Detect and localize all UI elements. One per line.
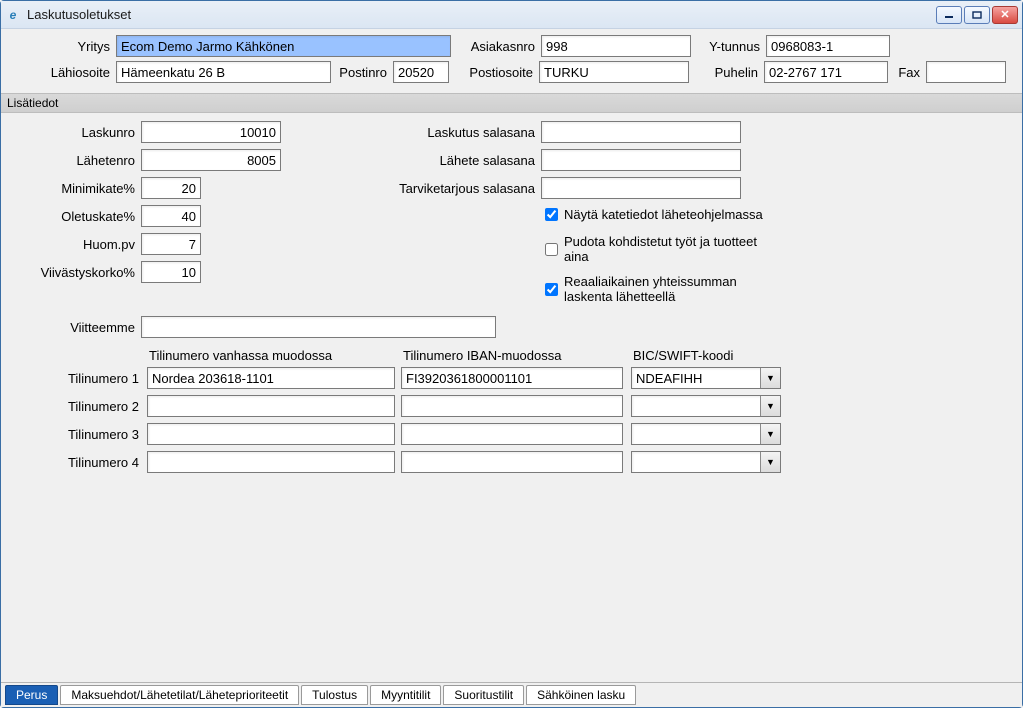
tab-myyntitilit[interactable]: Myyntitilit (370, 685, 441, 705)
window-frame: e Laskutusoletukset ✕ Yritys Asiakasnro … (0, 0, 1023, 708)
bank-area: Tilinumero vanhassa muodossa Tilinumero … (11, 348, 1012, 473)
asiakasnro-field[interactable] (541, 35, 691, 57)
tab-sahkoinen[interactable]: Sähköinen lasku (526, 685, 636, 705)
close-button[interactable]: ✕ (992, 6, 1018, 24)
bank-row-4: Tilinumero 4 ▼ (11, 451, 1012, 473)
tilinumero3-bic-dropdown[interactable]: ▼ (760, 424, 780, 444)
label-pudota-kohdistetut: Pudota kohdistetut työt ja tuotteet aina (564, 234, 771, 264)
lahiosoite-field[interactable] (116, 61, 331, 83)
tilinumero2-vanha[interactable] (147, 395, 395, 417)
tab-maksuehdot[interactable]: Maksuehdot/Lähetetilat/Läheteprioriteeti… (60, 685, 299, 705)
label-postiosoite: Postiosoite (449, 65, 539, 80)
viivastyskorko-field[interactable] (141, 261, 201, 283)
tilinumero3-iban[interactable] (401, 423, 623, 445)
tab-suoritustilit[interactable]: Suoritustilit (443, 685, 524, 705)
bottom-tabs: Perus Maksuehdot/Lähetetilat/Läheteprior… (1, 682, 1022, 707)
label-viitteemme: Viitteemme (11, 320, 141, 335)
client-area: Yritys Asiakasnro Y-tunnus Lähiosoite Po… (1, 29, 1022, 707)
header-bic: BIC/SWIFT-koodi (631, 348, 787, 363)
label-postinro: Postinro (331, 65, 393, 80)
window-buttons: ✕ (936, 6, 1018, 24)
header-iban: Tilinumero IBAN-muodossa (401, 348, 631, 363)
label-fax: Fax (888, 65, 926, 80)
oletuskate-field[interactable] (141, 205, 201, 227)
label-reaaliaikainen: Reaaliaikainen yhteissumman laskenta läh… (564, 274, 771, 304)
lahetenro-field[interactable] (141, 149, 281, 171)
laskutus-salasana-field[interactable] (541, 121, 741, 143)
huompv-field[interactable] (141, 233, 201, 255)
label-huompv: Huom.pv (11, 237, 141, 252)
viitteemme-field[interactable] (141, 316, 496, 338)
label-tilinumero1: Tilinumero 1 (11, 371, 147, 386)
label-laskutus-salasana: Laskutus salasana (331, 125, 541, 140)
maximize-button[interactable] (964, 6, 990, 24)
tarviketarjous-salasana-field[interactable] (541, 177, 741, 199)
app-icon: e (5, 7, 21, 23)
label-asiakasnro: Asiakasnro (451, 39, 541, 54)
checkbox-reaaliaikainen[interactable] (545, 283, 558, 296)
label-oletuskate: Oletuskate% (11, 209, 141, 224)
label-nayta-katetiedot: Näytä katetiedot läheteohjelmassa (564, 207, 763, 222)
minimikate-field[interactable] (141, 177, 201, 199)
bank-row-1: Tilinumero 1 ▼ (11, 367, 1012, 389)
tilinumero1-bic[interactable] (631, 367, 781, 389)
lahete-salasana-field[interactable] (541, 149, 741, 171)
label-minimikate: Minimikate% (11, 181, 141, 196)
label-tilinumero3: Tilinumero 3 (11, 427, 147, 442)
fax-field[interactable] (926, 61, 1006, 83)
tab-perus[interactable]: Perus (5, 685, 58, 705)
details-area: Laskunro Lähetenro Minimikate% Oletuskat… (1, 113, 1022, 682)
checkbox-nayta-katetiedot[interactable] (545, 208, 558, 221)
company-form: Yritys Asiakasnro Y-tunnus Lähiosoite Po… (1, 29, 1022, 93)
bank-row-3: Tilinumero 3 ▼ (11, 423, 1012, 445)
label-tarviketarjous-salasana: Tarviketarjous salasana (331, 181, 541, 196)
label-tilinumero2: Tilinumero 2 (11, 399, 147, 414)
tilinumero4-iban[interactable] (401, 451, 623, 473)
minimize-button[interactable] (936, 6, 962, 24)
checkbox-pudota-kohdistetut[interactable] (545, 243, 558, 256)
label-laskunro: Laskunro (11, 125, 141, 140)
puhelin-field[interactable] (764, 61, 888, 83)
ytunnus-field[interactable] (766, 35, 890, 57)
laskunro-field[interactable] (141, 121, 281, 143)
tilinumero3-bic[interactable] (631, 423, 781, 445)
label-lahiosoite: Lähiosoite (11, 65, 116, 80)
tilinumero4-bic[interactable] (631, 451, 781, 473)
tilinumero1-vanha[interactable] (147, 367, 395, 389)
postiosoite-field[interactable] (539, 61, 689, 83)
tab-tulostus[interactable]: Tulostus (301, 685, 368, 705)
label-viivastyskorko: Viivästyskorko% (11, 265, 141, 280)
tilinumero2-bic[interactable] (631, 395, 781, 417)
tilinumero3-vanha[interactable] (147, 423, 395, 445)
label-tilinumero4: Tilinumero 4 (11, 455, 147, 470)
tilinumero2-bic-dropdown[interactable]: ▼ (760, 396, 780, 416)
label-yritys: Yritys (11, 39, 116, 54)
bank-row-2: Tilinumero 2 ▼ (11, 395, 1012, 417)
label-lahetenro: Lähetenro (11, 153, 141, 168)
label-lahete-salasana: Lähete salasana (331, 153, 541, 168)
tilinumero1-bic-dropdown[interactable]: ▼ (760, 368, 780, 388)
tilinumero1-iban[interactable] (401, 367, 623, 389)
tilinumero2-iban[interactable] (401, 395, 623, 417)
tilinumero4-vanha[interactable] (147, 451, 395, 473)
label-puhelin: Puhelin (689, 65, 764, 80)
tilinumero4-bic-dropdown[interactable]: ▼ (760, 452, 780, 472)
header-vanha: Tilinumero vanhassa muodossa (147, 348, 401, 363)
titlebar: e Laskutusoletukset ✕ (1, 1, 1022, 29)
yritys-field[interactable] (116, 35, 451, 57)
label-ytunnus: Y-tunnus (691, 39, 766, 54)
section-lisatiedot: Lisätiedot (1, 93, 1022, 113)
window-title: Laskutusoletukset (27, 7, 936, 22)
postinro-field[interactable] (393, 61, 449, 83)
